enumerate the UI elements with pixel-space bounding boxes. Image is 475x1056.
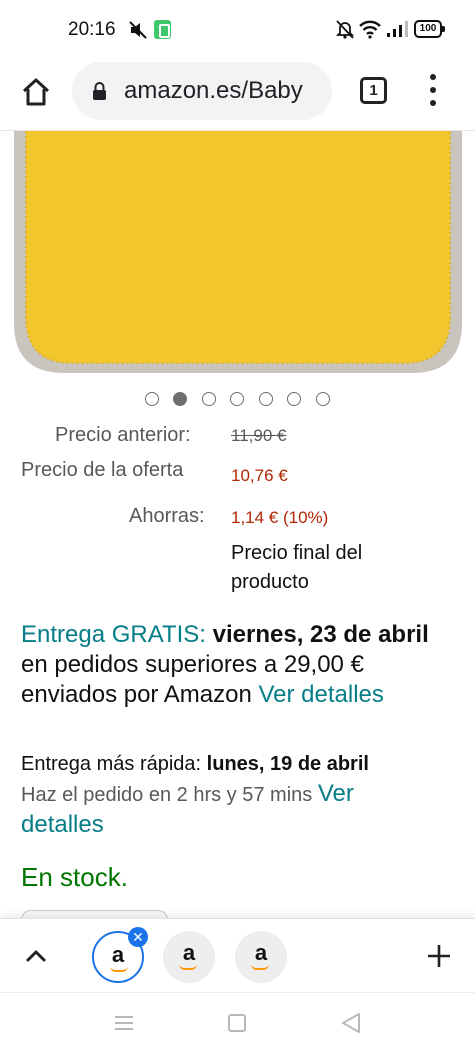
fast-delivery-date: lunes, 19 de abril: [206, 753, 369, 775]
carousel-dot[interactable]: [316, 392, 330, 406]
tab-strip: a ✕ a a: [0, 918, 475, 992]
back-nav-icon[interactable]: [340, 1012, 362, 1034]
fast-delivery-info: Entrega más rápida: lunes, 19 de abril H…: [21, 749, 441, 841]
amazon-smile-icon: [251, 964, 269, 970]
close-tab-icon[interactable]: ✕: [128, 927, 148, 947]
stock-status: En stock.: [21, 862, 128, 892]
app-notification-icon: [154, 20, 171, 39]
address-bar[interactable]: amazon.es/Baby: [72, 62, 332, 120]
savings-value: 1,14 € (10%): [231, 508, 329, 527]
free-delivery-label: Entrega GRATIS:: [21, 621, 206, 648]
carousel-dot[interactable]: [145, 392, 159, 406]
order-countdown: Haz el pedido en 2 hrs y 57 mins: [21, 784, 313, 806]
image-carousel-dots: [0, 392, 475, 408]
carousel-dot[interactable]: [287, 392, 301, 406]
carousel-dot[interactable]: [202, 392, 216, 406]
fast-delivery-label: Entrega más rápida:: [21, 753, 202, 775]
lock-icon: [93, 82, 106, 100]
amazon-smile-icon: [179, 964, 197, 970]
status-bar: 20:16 100: [0, 0, 475, 58]
product-image[interactable]: [0, 130, 475, 380]
carousel-dot[interactable]: [230, 392, 244, 406]
browser-toolbar: amazon.es/Baby 1: [0, 58, 475, 130]
carousel-dot[interactable]: [259, 392, 273, 406]
amazon-favicon: a: [254, 940, 268, 965]
delivery-date: viernes, 23 de abril: [212, 621, 429, 648]
delivery-info: Entrega GRATIS: viernes, 23 de abril en …: [21, 620, 441, 710]
status-time: 20:16: [68, 19, 116, 40]
delivery-details-link[interactable]: Ver detalles: [258, 681, 383, 708]
towel-image: [14, 131, 462, 373]
more-vert-icon[interactable]: [426, 74, 440, 108]
url-text: amazon.es/Baby: [124, 77, 303, 104]
savings-label: Ahorras:: [129, 505, 205, 527]
mute-icon: [129, 21, 147, 39]
bell-off-icon: [336, 20, 354, 39]
recents-icon[interactable]: [114, 1015, 134, 1031]
chevron-up-icon[interactable]: [24, 944, 48, 968]
carousel-dot-active[interactable]: [173, 392, 187, 406]
system-nav-bar: [0, 992, 475, 1056]
tab-switcher-button[interactable]: 1: [360, 77, 387, 104]
signal-icon: [387, 21, 408, 37]
home-icon[interactable]: [20, 76, 52, 108]
new-tab-plus-icon[interactable]: [426, 943, 452, 969]
amazon-smile-icon: [110, 966, 128, 972]
tab-favicon[interactable]: a: [163, 931, 215, 983]
tab-favicon[interactable]: a: [235, 931, 287, 983]
wifi-icon: [359, 20, 381, 39]
battery-indicator: 100: [414, 20, 445, 38]
amazon-favicon: a: [182, 940, 196, 965]
deal-price-label: Precio de la oferta: [21, 459, 184, 481]
deal-price-value: 10,76 €: [231, 466, 288, 485]
previous-price-label: Precio anterior:: [55, 424, 191, 446]
final-price-note: Precio final del producto: [231, 542, 363, 593]
previous-price-value: 11,90 €: [231, 426, 287, 445]
home-nav-icon[interactable]: [228, 1014, 246, 1032]
